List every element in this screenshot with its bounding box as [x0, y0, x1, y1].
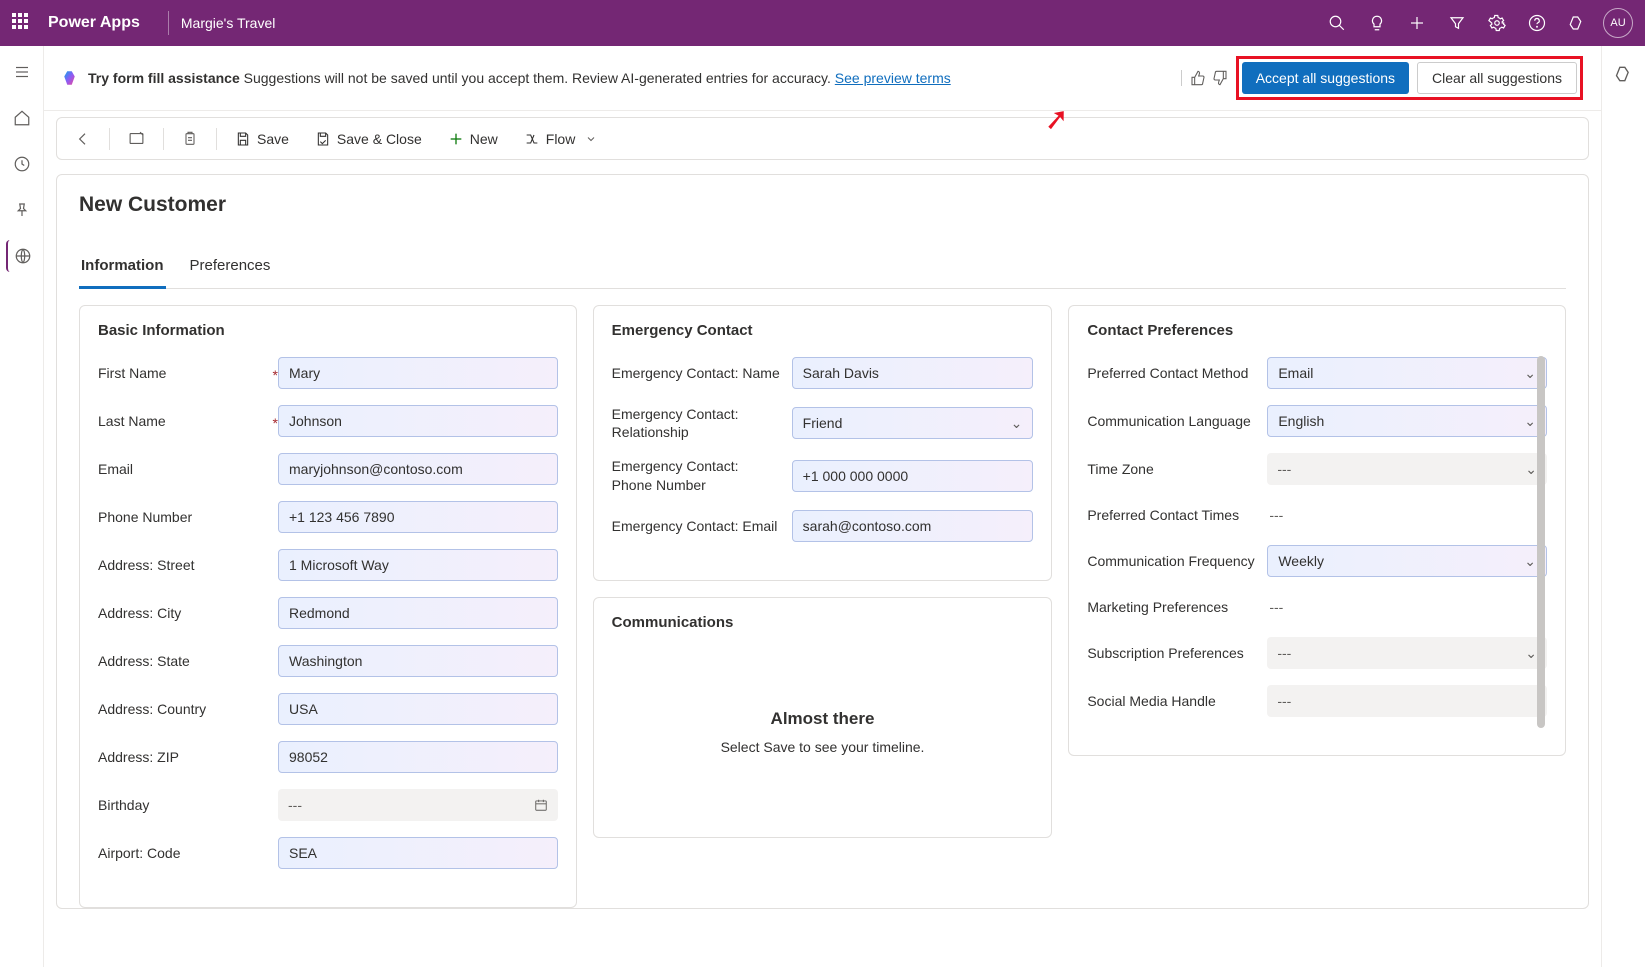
- tab-preferences[interactable]: Preferences: [188, 247, 273, 288]
- banner-text: Try form fill assistance Suggestions wil…: [88, 70, 1167, 86]
- preview-terms-link[interactable]: See preview terms: [835, 70, 951, 86]
- user-avatar[interactable]: AU: [1603, 8, 1633, 38]
- phone-input[interactable]: +1 123 456 7890: [278, 501, 558, 533]
- nav-globe[interactable]: [6, 240, 38, 272]
- environment-name: Margie's Travel: [181, 15, 275, 31]
- help-icon[interactable]: [1517, 0, 1557, 46]
- section-title: Contact Preferences: [1087, 322, 1547, 339]
- open-panel-button[interactable]: [120, 126, 153, 151]
- last-name-input[interactable]: Johnson: [278, 405, 558, 437]
- contact-times-value: ---: [1267, 501, 1547, 529]
- timezone-select[interactable]: ---⌄: [1267, 453, 1547, 485]
- new-button[interactable]: New: [440, 127, 506, 151]
- save-close-button[interactable]: Save & Close: [307, 127, 430, 151]
- marketing-value: ---: [1267, 593, 1547, 621]
- back-button[interactable]: [67, 127, 99, 151]
- annotation-highlight-box: Accept all suggestions Clear all suggest…: [1236, 56, 1583, 100]
- tab-information[interactable]: Information: [79, 247, 166, 289]
- section-title: Basic Information: [98, 322, 558, 339]
- divider: [168, 11, 169, 35]
- thumbs-up-icon[interactable]: [1190, 70, 1206, 86]
- subscription-select[interactable]: ---⌄: [1267, 637, 1547, 669]
- nav-recent[interactable]: [6, 148, 38, 180]
- contact-method-select[interactable]: Email⌄: [1267, 357, 1547, 389]
- city-input[interactable]: Redmond: [278, 597, 558, 629]
- ec-relationship-select[interactable]: Friend⌄: [792, 407, 1034, 439]
- state-input[interactable]: Washington: [278, 645, 558, 677]
- country-input[interactable]: USA: [278, 693, 558, 725]
- waffle-icon[interactable]: [12, 13, 32, 33]
- social-input[interactable]: ---: [1267, 685, 1547, 717]
- airport-input[interactable]: SEA: [278, 837, 558, 869]
- section-title: Emergency Contact: [612, 322, 1034, 339]
- language-select[interactable]: English⌄: [1267, 405, 1547, 437]
- thumbs-down-icon[interactable]: [1212, 70, 1228, 86]
- flow-button[interactable]: Flow: [516, 127, 606, 151]
- zip-input[interactable]: 98052: [278, 741, 558, 773]
- clipboard-button[interactable]: [174, 127, 206, 151]
- clear-all-button[interactable]: Clear all suggestions: [1417, 62, 1577, 94]
- street-input[interactable]: 1 Microsoft Way: [278, 549, 558, 581]
- email-input[interactable]: maryjohnson@contoso.com: [278, 453, 558, 485]
- first-name-input[interactable]: Mary: [278, 357, 558, 389]
- section-emergency-contact: Emergency Contact Emergency Contact: Nam…: [593, 305, 1053, 581]
- copilot-icon: [62, 69, 80, 87]
- accept-all-button[interactable]: Accept all suggestions: [1242, 62, 1409, 94]
- nav-hamburger[interactable]: [6, 56, 38, 88]
- frequency-select[interactable]: Weekly⌄: [1267, 545, 1547, 577]
- filter-icon[interactable]: [1437, 0, 1477, 46]
- section-communications: Communications Almost there Select Save …: [593, 597, 1053, 838]
- ec-name-input[interactable]: Sarah Davis: [792, 357, 1034, 389]
- ec-phone-input[interactable]: +1 000 000 0000: [792, 460, 1034, 492]
- nav-home[interactable]: [6, 102, 38, 134]
- calendar-icon[interactable]: [534, 798, 548, 812]
- page-title: New Customer: [79, 193, 1566, 217]
- copilot-rail-icon[interactable]: [1614, 64, 1634, 84]
- birthday-input[interactable]: ---: [278, 789, 558, 821]
- scrollbar[interactable]: [1535, 356, 1545, 947]
- app-name: Power Apps: [48, 14, 140, 32]
- copilot-header-icon[interactable]: [1557, 0, 1597, 46]
- section-title: Communications: [612, 614, 1034, 631]
- chevron-down-icon: ⌄: [1011, 415, 1023, 432]
- ec-email-input[interactable]: sarah@contoso.com: [792, 510, 1034, 542]
- timeline-title: Almost there: [622, 709, 1024, 729]
- save-button[interactable]: Save: [227, 127, 297, 151]
- search-icon[interactable]: [1317, 0, 1357, 46]
- bulb-icon[interactable]: [1357, 0, 1397, 46]
- section-basic-information: Basic Information First Name*Mary Last N…: [79, 305, 577, 908]
- timeline-text: Select Save to see your timeline.: [622, 739, 1024, 755]
- plus-icon[interactable]: [1397, 0, 1437, 46]
- gear-icon[interactable]: [1477, 0, 1517, 46]
- section-contact-preferences: Contact Preferences Preferred Contact Me…: [1068, 305, 1566, 756]
- nav-pinned[interactable]: [6, 194, 38, 226]
